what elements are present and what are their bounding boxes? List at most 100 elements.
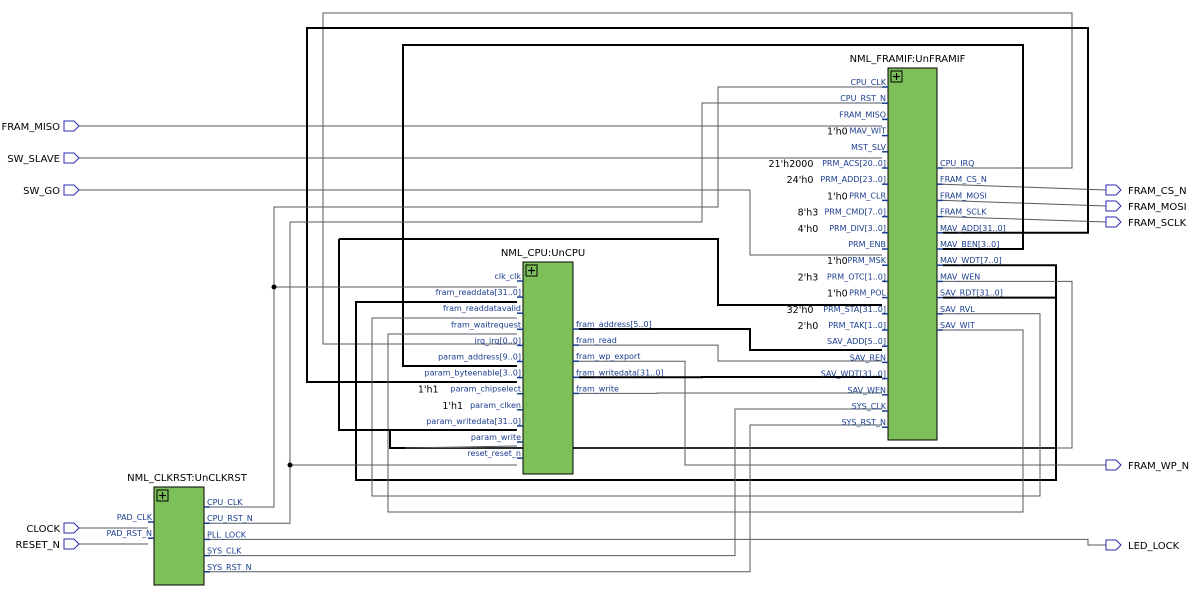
- pin-fram-readdatavalid: fram_readdatavalid: [443, 304, 521, 313]
- pin-sav-wdt-31-0: SAV_WDT[31..0]: [821, 370, 886, 379]
- const-param-clken: 1'h1: [442, 401, 463, 412]
- pin-sav-rdt-31-0: SAV_RDT[31..0]: [940, 289, 1003, 298]
- pin-sys-rst-n: SYS_RST_N: [841, 418, 886, 427]
- pin-param-writedata-31-0: param_writedata[31..0]: [426, 417, 521, 426]
- pin-param-byteenable-3-0: param_byteenable[3..0]: [425, 369, 521, 378]
- cpu-block-body[interactable]: [522, 261, 574, 475]
- pin-clk-clk: clk_clk: [494, 272, 521, 281]
- pin-prm-clr: PRM_CLR: [849, 191, 886, 200]
- pin-fram-cs-n: FRAM_CS_N: [940, 175, 987, 184]
- output-port-icon[interactable]: [1105, 539, 1122, 551]
- input-port-sw-go[interactable]: [63, 184, 80, 196]
- pin-fram-writedata-31-0: fram_writedata[31..0]: [576, 368, 664, 377]
- output-port-label: FRAM_MOSI: [1128, 202, 1187, 213]
- output-port-led-lock[interactable]: [1105, 539, 1122, 551]
- output-port-label: LED_LOCK: [1128, 541, 1180, 552]
- pin-sav-ren: SAV_REN: [850, 353, 886, 362]
- pin-fram-mosi: FRAM_MOSI: [940, 191, 987, 200]
- pin-param-chipselect: param_chipselect: [450, 385, 521, 394]
- output-port-fram-sclk[interactable]: [1105, 216, 1122, 228]
- pin-prm-tak-1-0: PRM_TAK[1..0]: [828, 321, 886, 330]
- wire-net: [942, 183, 1107, 191]
- input-port-icon[interactable]: [63, 538, 80, 550]
- clkrst-block[interactable]: [148, 486, 210, 586]
- expand-plus-icon[interactable]: [525, 264, 538, 277]
- output-port-icon[interactable]: [1105, 200, 1122, 212]
- const-mav-wit: 1'h0: [827, 127, 848, 138]
- pin-pad-rst-n: PAD_RST_N: [107, 529, 152, 538]
- const-prm-tak-1-0: 2'h0: [798, 321, 819, 332]
- expand-plus-icon[interactable]: [890, 70, 903, 83]
- wire-net: [942, 199, 1107, 207]
- input-port-label: SW_SLAVE: [7, 154, 60, 165]
- input-port-icon[interactable]: [63, 184, 80, 196]
- const-prm-cmd-7-0: 8'h3: [798, 208, 819, 219]
- output-port-label: FRAM_SCLK: [1128, 218, 1187, 229]
- pin-sav-rvl: SAV_RVL: [940, 305, 975, 314]
- input-port-fram-miso[interactable]: [63, 120, 80, 132]
- input-port-clock[interactable]: [63, 522, 80, 534]
- pin-prm-otc-1-0: PRM_OTC[1..0]: [827, 272, 886, 281]
- input-port-label: RESET_N: [15, 540, 60, 551]
- const-prm-acs-20-0: 21'h2000: [768, 159, 813, 170]
- pin-pad-clk: PAD_CLK: [117, 513, 153, 522]
- schematic-diagram: NML_FRAMIF:UnFRAMIF CPU_CLK CPU_RST_N FRAM_…: [1, 12, 1189, 586]
- const-prm-sta-31-0: 32'h0: [787, 305, 814, 316]
- pin-sys-clk: SYS_CLK: [207, 547, 242, 556]
- pin-param-address-9-0: param_address[9..0]: [438, 353, 521, 362]
- input-port-sw-slave[interactable]: [63, 152, 80, 164]
- clkrst-block-body[interactable]: [153, 486, 205, 586]
- pin-mav-wen: MAV_WEN: [940, 272, 980, 281]
- pin-sys-rst-n: SYS_RST_N: [207, 563, 252, 572]
- pin-prm-add-23-0: PRM_ADD[23..0]: [820, 175, 886, 184]
- pin-fram-sclk: FRAM_SCLK: [940, 208, 987, 217]
- pin-cpu-clk: CPU_CLK: [207, 498, 243, 507]
- pin-param-clken: param_clken: [470, 401, 521, 410]
- pin-cpu-irq: CPU_IRQ: [940, 159, 974, 168]
- pin-prm-pol: PRM_POL: [849, 289, 886, 298]
- pin-mav-wdt-7-0: MAV_WDT[7..0]: [940, 256, 1002, 265]
- output-port-fram-cs-n[interactable]: [1105, 184, 1122, 196]
- const-prm-otc-1-0: 2'h3: [798, 272, 819, 283]
- const-prm-pol: 1'h0: [827, 289, 848, 300]
- pin-reset-reset-n: reset_reset_n: [467, 449, 521, 458]
- cpu-block[interactable]: [517, 261, 579, 475]
- output-port-icon[interactable]: [1105, 216, 1122, 228]
- pin-irq-irq-0-0: irq_irq[0..0]: [475, 336, 521, 345]
- pin-mst-slv: MST_SLV: [851, 143, 887, 152]
- expand-plus-icon[interactable]: [156, 489, 169, 502]
- pin-sav-wen: SAV_WEN: [847, 386, 886, 395]
- input-port-label: CLOCK: [26, 524, 60, 535]
- framif-block[interactable]: [882, 67, 943, 441]
- output-port-fram-mosi[interactable]: [1105, 200, 1122, 212]
- pin-mav-add-31-0: MAV_ADD[31..0]: [940, 224, 1006, 233]
- pin-mav-wit: MAV_WIT: [850, 127, 887, 136]
- pin-cpu-clk: CPU_CLK: [850, 78, 886, 87]
- input-port-icon[interactable]: [63, 120, 80, 132]
- pin-fram-waitrequest: fram_waitrequest: [451, 320, 521, 329]
- pin-cpu-rst-n: CPU_RST_N: [840, 94, 886, 103]
- pin-sav-add-5-0: SAV_ADD[5..0]: [827, 337, 886, 346]
- output-port-label: FRAM_WP_N: [1128, 461, 1189, 472]
- framif-title: NML_FRAMIF:UnFRAMIF: [850, 54, 966, 65]
- framif-block-body[interactable]: [887, 67, 938, 441]
- junction-dot: [271, 284, 277, 290]
- output-port-label: FRAM_CS_N: [1128, 186, 1187, 197]
- pin-prm-cmd-7-0: PRM_CMD[7..0]: [825, 208, 886, 217]
- input-port-icon[interactable]: [63, 152, 80, 164]
- pin-param-write: param_write: [471, 433, 521, 442]
- schematic-canvas: NML_FRAMIF:UnFRAMIF CPU_CLK CPU_RST_N FRAM_…: [0, 0, 1200, 601]
- input-port-label: SW_GO: [23, 186, 60, 197]
- output-port-icon[interactable]: [1105, 459, 1122, 471]
- const-prm-div-3-0: 4'h0: [798, 224, 819, 235]
- output-port-icon[interactable]: [1105, 184, 1122, 196]
- input-port-label: FRAM_MISO: [1, 122, 60, 133]
- input-port-reset-n[interactable]: [63, 538, 80, 550]
- pin-prm-msk: PRM_MSK: [847, 256, 886, 265]
- cpu-title: NML_CPU:UnCPU: [501, 248, 585, 259]
- clkrst-title: NML_CLKRST:UnCLKRST: [127, 473, 248, 484]
- output-port-fram-wp-n[interactable]: [1105, 459, 1122, 471]
- input-port-icon[interactable]: [63, 522, 80, 534]
- pin-fram-address-5-0: fram_address[5..0]: [576, 320, 652, 329]
- pin-fram-write: fram_write: [576, 384, 619, 393]
